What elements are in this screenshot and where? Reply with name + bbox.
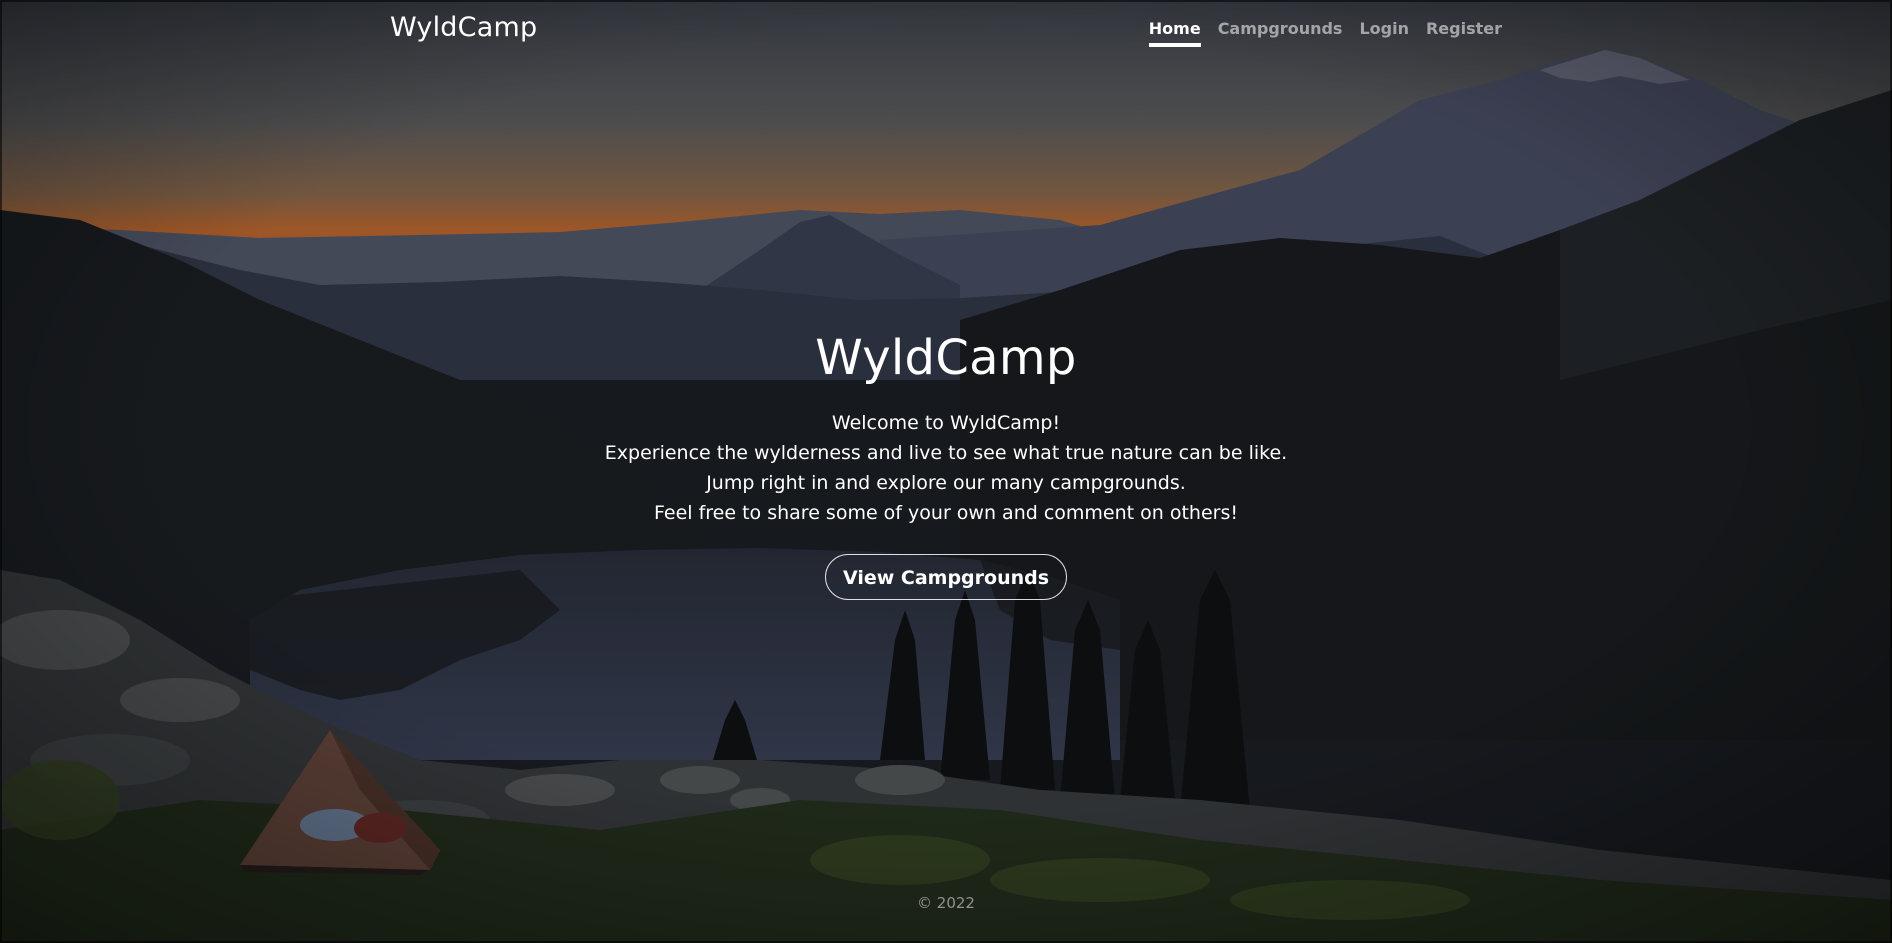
nav-login[interactable]: Login (1359, 19, 1409, 47)
hero-line-3: Jump right in and explore our many campg… (706, 472, 1186, 494)
copyright-text: © 2022 (917, 894, 975, 912)
nav-register[interactable]: Register (1426, 19, 1502, 47)
hero-line-2: Experience the wylderness and live to se… (604, 442, 1288, 464)
hero-lead: Welcome to WyldCamp! Experience the wyld… (0, 408, 1892, 528)
hero-line-4: Feel free to share some of your own and … (654, 502, 1238, 524)
site-header: WyldCamp Home Campgrounds Login Register (390, 0, 1502, 60)
brand-logo-text[interactable]: WyldCamp (390, 12, 537, 43)
hero-line-1: Welcome to WyldCamp! (831, 412, 1061, 434)
nav-campgrounds[interactable]: Campgrounds (1218, 19, 1343, 47)
site-footer: © 2022 (0, 894, 1892, 912)
page: WyldCamp Home Campgrounds Login Register… (0, 0, 1892, 943)
view-campgrounds-button[interactable]: View Campgrounds (824, 554, 1068, 600)
hero-title: WyldCamp (815, 330, 1077, 386)
hero-section: WyldCamp Welcome to WyldCamp! Experience… (0, 330, 1892, 600)
nav-home[interactable]: Home (1148, 19, 1201, 47)
main-nav: Home Campgrounds Login Register (1148, 19, 1502, 47)
